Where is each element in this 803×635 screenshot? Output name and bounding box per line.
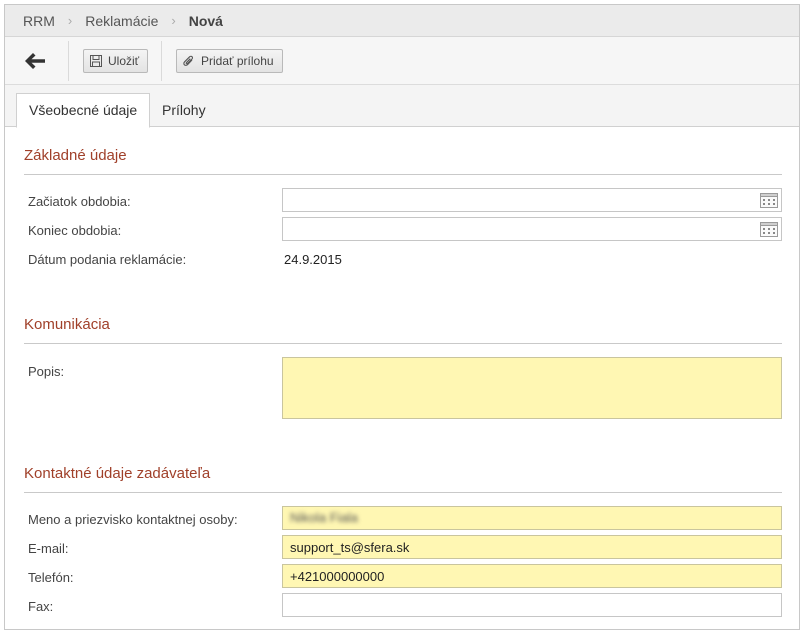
fax-label: Fax:: [28, 599, 54, 614]
email-input[interactable]: [282, 535, 782, 559]
calendar-icon[interactable]: [760, 221, 778, 237]
paperclip-icon: [183, 55, 195, 68]
save-button-label: Uložiť: [108, 54, 140, 68]
section-title-basic: Základné údaje: [24, 147, 127, 164]
phone-label: Telefón:: [28, 570, 74, 585]
calendar-icon[interactable]: [760, 192, 778, 208]
section-divider: [24, 343, 782, 344]
breadcrumb-item-complaints[interactable]: Reklamácie: [85, 13, 158, 29]
section-title-contact: Kontaktné údaje zadávateľa: [24, 465, 211, 482]
breadcrumb: RRM › Reklamácie › Nová: [5, 5, 799, 37]
period-start-label: Začiatok obdobia:: [28, 194, 131, 209]
description-textarea[interactable]: [282, 357, 782, 419]
section-divider: [24, 174, 782, 175]
toolbar-divider: [161, 41, 162, 81]
breadcrumb-separator-icon: ›: [67, 13, 73, 28]
save-button[interactable]: Uložiť: [83, 49, 149, 73]
email-label: E-mail:: [28, 541, 69, 556]
description-label: Popis:: [28, 364, 65, 379]
section-title-communication: Komunikácia: [24, 316, 110, 333]
back-button[interactable]: [21, 49, 49, 73]
add-attachment-button-label: Pridať prílohu: [201, 54, 274, 68]
contact-name-label: Meno a priezvisko kontaktnej osoby:: [28, 512, 238, 527]
section-divider: [24, 492, 782, 493]
filed-date-value: 24.9.2015: [284, 252, 342, 267]
period-end-input[interactable]: [282, 217, 782, 241]
tab-general-info[interactable]: Všeobecné údaje: [16, 93, 151, 128]
floppy-disk-icon: [90, 55, 102, 67]
arrow-left-icon: [25, 53, 45, 69]
period-end-label: Koniec obdobia:: [28, 223, 122, 238]
add-attachment-button[interactable]: Pridať prílohu: [176, 49, 283, 73]
fax-input[interactable]: [282, 593, 782, 617]
toolbar-divider: [68, 41, 69, 81]
phone-input[interactable]: [282, 564, 782, 588]
contact-name-input[interactable]: Nikola Fiala: [282, 506, 782, 530]
period-start-input[interactable]: [282, 188, 782, 212]
tab-attachments[interactable]: Prílohy: [150, 93, 218, 127]
breadcrumb-item-new: Nová: [188, 12, 223, 29]
tab-bar: Všeobecné údaje Prílohy: [5, 85, 799, 128]
breadcrumb-separator-icon: ›: [171, 13, 176, 28]
filed-date-label: Dátum podania reklamácie:: [28, 252, 187, 267]
contact-name-value: Nikola Fiala: [290, 510, 358, 525]
toolbar: Uložiť Pridať prílohu: [5, 37, 799, 85]
app-window: RRM › Reklamácie › Nová Uložiť Pridať pr…: [4, 4, 800, 630]
breadcrumb-item-rrm[interactable]: RRM: [23, 13, 55, 29]
